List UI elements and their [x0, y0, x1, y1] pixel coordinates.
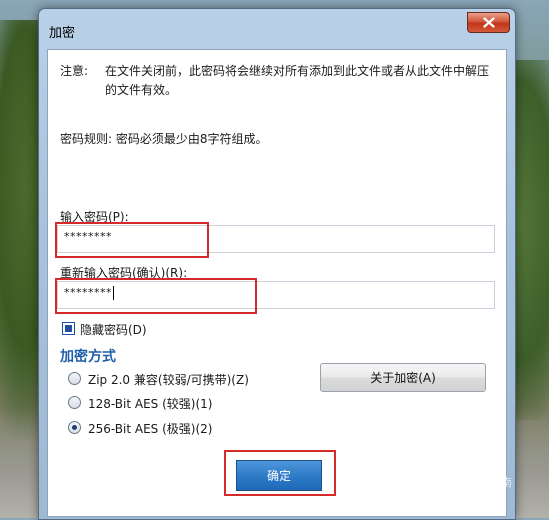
encryption-dialog: 加密 注意: 在文件关闭前，此密码将会继续对所有添加到此文件或者从此文件中解压的…: [38, 8, 516, 520]
checkbox-check-mark: [65, 325, 72, 332]
radio-zip20-label[interactable]: Zip 2.0 兼容(较弱/可携带)(Z): [88, 371, 249, 388]
radio-zip20[interactable]: [68, 372, 81, 385]
confirm-password-highlight-box: [55, 278, 257, 314]
hide-password-label[interactable]: 隐藏密码(D): [80, 321, 147, 338]
notice-text: 在文件关闭前，此密码将会继续对所有添加到此文件或者从此文件中解压的文件有效。: [105, 64, 490, 97]
dialog-body: 注意: 在文件关闭前，此密码将会继续对所有添加到此文件或者从此文件中解压的文件有…: [47, 49, 507, 517]
password-rule-text: 密码规则: 密码必须最少由8字符组成。: [60, 132, 268, 146]
notice-label: 注意:: [60, 64, 89, 78]
password-highlight-box: [55, 222, 209, 258]
encryption-method-title: 加密方式: [60, 349, 116, 365]
close-button[interactable]: [467, 12, 510, 33]
window-title: 加密: [49, 26, 76, 41]
radio-aes256[interactable]: [68, 421, 81, 434]
about-encryption-button[interactable]: 关于加密(A): [320, 363, 486, 392]
title-bar[interactable]: 加密: [39, 9, 515, 49]
watermark-text: 经验指南: [468, 476, 512, 489]
radio-aes256-label[interactable]: 256-Bit AES (极强)(2): [88, 420, 212, 437]
radio-aes128-label[interactable]: 128-Bit AES (较强)(1): [88, 395, 212, 412]
close-icon: [482, 17, 495, 28]
radio-aes128[interactable]: [68, 396, 81, 409]
ok-button-highlight-box: [224, 450, 336, 496]
hide-password-checkbox[interactable]: [62, 322, 75, 335]
